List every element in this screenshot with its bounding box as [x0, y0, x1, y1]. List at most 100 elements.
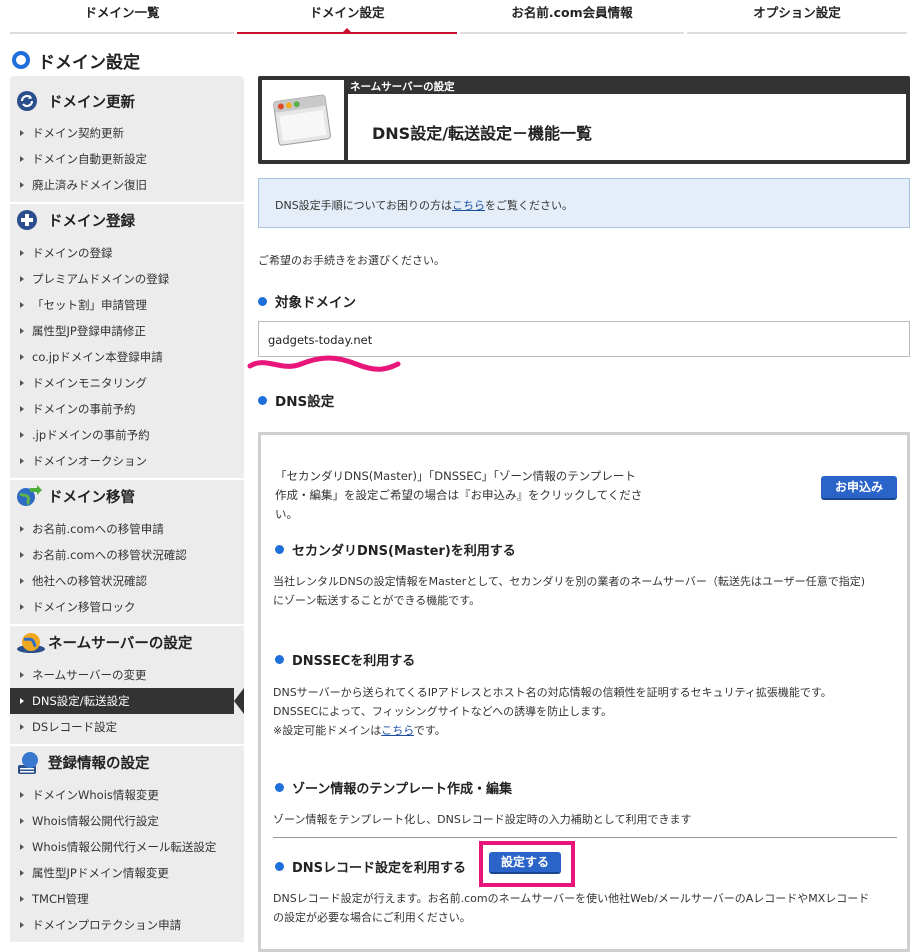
description-line: DNSサーバーから送られてくるIPアドレスとホスト名の対応情報の信頼性を証明する… [273, 686, 832, 699]
zone-template-description: ゾーン情報をテンプレート化し、DNSレコード設定時の入力補助として利用できます [273, 813, 692, 826]
banner-title: DNS設定/転送設定－機能一覧 [348, 94, 906, 160]
sidebar-item-dns-settings[interactable]: DNS設定/転送設定 [10, 688, 244, 714]
bullet-dot-icon [275, 545, 284, 554]
dnssec-domains-link[interactable]: こちら [381, 724, 414, 737]
description-line: 当社レンタルDNSの設定情報をMasterとして、セカンダリを別の業者のネームサ… [273, 575, 865, 588]
description-line: DNSレコード設定が行えます。お名前.comのネームサーバーを使い他社Web/メ… [273, 892, 870, 905]
bullet-dot-icon [275, 655, 284, 664]
text-before: ※設定可能ドメインは [273, 724, 382, 737]
sidebar-item-cojp[interactable]: co.jpドメイン本登録申請 [10, 344, 244, 370]
sidebar-item-transfer-lock[interactable]: ドメイン移管ロック [10, 594, 244, 620]
bullet-dot-icon [275, 783, 284, 792]
sidebar-item-register[interactable]: ドメインの登録 [10, 240, 244, 266]
squiggle-annotation [247, 355, 401, 372]
banner-subtitle: ネームサーバーの設定 [350, 81, 455, 93]
active-tab-caret [341, 28, 353, 34]
heading-text: DNS設定 [275, 394, 335, 410]
dnssec-description: DNSサーバーから送られてくるIPアドレスとホスト名の対応情報の信頼性を証明する… [273, 683, 903, 740]
zone-template-heading: ゾーン情報のテンプレート作成・編集 [275, 778, 512, 797]
sidebar-item-transfer-status[interactable]: お名前.comへの移管状況確認 [10, 542, 244, 568]
apply-description: 「セカンダリDNS(Master)」「DNSSEC」「ゾーン情報のテンプレート … [275, 467, 725, 524]
sidebar-item-jp-fix[interactable]: 属性型JP登録申請修正 [10, 318, 244, 344]
description-line: ※設定可能ドメインはこちらです。 [273, 721, 903, 740]
nameserver-globe-icon [16, 631, 45, 653]
description-line: の設定が必要な場合にご利用ください。 [273, 911, 471, 924]
sidebar-section-title: ドメイン移管 [48, 489, 135, 506]
dns-record-heading: DNSレコード設定を利用する [275, 857, 466, 876]
dns-record-description: DNSレコード設定が行えます。お名前.comのネームサーバーを使い他社Web/メ… [273, 889, 903, 927]
tab-label: ドメイン設定 [309, 5, 385, 20]
apply-text-line: 作成・編集」を設定ご希望の場合は『お申込み』をクリックしてくださ [275, 488, 643, 502]
sidebar-item-whois-mail[interactable]: Whois情報公開代行メール転送設定 [10, 834, 244, 860]
sidebar-item-whois-change[interactable]: ドメインWhois情報変更 [10, 782, 244, 808]
apply-text-line: 「セカンダリDNS(Master)」「DNSSEC」「ゾーン情報のテンプレート [275, 469, 636, 483]
sidebar-item-auction[interactable]: ドメインオークション [10, 448, 244, 474]
help-text: DNS設定手順についてお困りの方は [275, 199, 453, 212]
heading-text: DNSレコード設定を利用する [292, 861, 467, 876]
target-domain-value: gadgets-today.net [258, 321, 910, 357]
sidebar-item-label: DNS設定/転送設定 [32, 694, 130, 708]
sidebar-item-set-discount[interactable]: 「セット割」申請管理 [10, 292, 244, 318]
description-line: にゾーン転送することができる機能です。 [273, 594, 481, 607]
help-link[interactable]: こちら [452, 199, 485, 212]
bullet-dot-icon [275, 862, 284, 871]
sidebar-section-registration-info: 登録情報の設定 [10, 744, 244, 778]
top-navigation: ドメイン一覧 ドメイン設定 お名前.com会員情報 オプション設定 [0, 0, 922, 34]
header-banner: ネームサーバーの設定 DNS設定/転送設定－機能一覧 [258, 76, 910, 164]
sidebar-item-preorder[interactable]: ドメインの事前予約 [10, 396, 244, 422]
sidebar-section-registration: ドメイン登録 [10, 202, 244, 236]
sidebar-item-jp-info[interactable]: 属性型JPドメイン情報変更 [10, 860, 244, 886]
heading-text: ゾーン情報のテンプレート作成・編集 [292, 782, 512, 797]
dns-settings-heading: DNS設定 [258, 390, 334, 410]
dns-options-panel: 「セカンダリDNS(Master)」「DNSSEC」「ゾーン情報のテンプレート … [258, 432, 910, 952]
sidebar-item-monitoring[interactable]: ドメインモニタリング [10, 370, 244, 396]
sidebar-item-protection[interactable]: ドメインプロテクション申請 [10, 912, 244, 938]
sidebar-item-whois-proxy[interactable]: Whois情報公開代行設定 [10, 808, 244, 834]
configure-button[interactable]: 設定する [489, 852, 561, 874]
sidebar-item-transfer-in[interactable]: お名前.comへの移管申請 [10, 516, 244, 542]
sidebar-section-title: ネームサーバーの設定 [48, 635, 193, 652]
registration-info-icon [16, 751, 38, 774]
text-after: です。 [413, 724, 446, 737]
heading-text: セカンダリDNS(Master)を利用する [292, 544, 516, 559]
tab-domain-list[interactable]: ドメイン一覧 [10, 0, 234, 34]
bullet-dot-icon [258, 296, 267, 306]
tab-option-settings[interactable]: オプション設定 [687, 0, 907, 34]
bullet-dot-icon [258, 395, 267, 405]
sidebar: ドメイン更新 ドメイン契約更新 ドメイン自動更新設定 廃止済みドメイン復旧 ドメ… [10, 76, 244, 942]
apply-text-line: い。 [275, 507, 298, 521]
dnssec-heading: DNSSECを利用する [275, 650, 415, 669]
sidebar-item-auto-renewal[interactable]: ドメイン自動更新設定 [10, 146, 244, 172]
heading-text: 対象ドメイン [275, 295, 356, 311]
plus-icon [16, 209, 38, 231]
tab-member-info[interactable]: お名前.com会員情報 [460, 0, 684, 34]
sidebar-section-transfer: ドメイン移管 [10, 478, 244, 512]
sidebar-section-renewal: ドメイン更新 [10, 84, 244, 118]
sidebar-item-ns-change[interactable]: ネームサーバーの変更 [10, 662, 244, 688]
page-title-text: ドメイン設定 [38, 52, 140, 73]
help-notice: DNS設定手順についてお困りの方はこちらをご覧ください。 [258, 178, 910, 228]
sidebar-item-tmch[interactable]: TMCH管理 [10, 886, 244, 912]
heading-text: DNSSECを利用する [292, 654, 416, 669]
sidebar-item-jp-preorder[interactable]: .jpドメインの事前予約 [10, 422, 244, 448]
sidebar-item-renewal[interactable]: ドメイン契約更新 [10, 120, 244, 146]
active-item-indicator [234, 688, 244, 714]
main-content: ネームサーバーの設定 DNS設定/転送設定－機能一覧 DNS設定手順についてお困… [247, 76, 910, 952]
instruction-text: ご希望のお手続きをお選びください。 [258, 254, 445, 267]
apply-button[interactable]: お申込み [821, 476, 897, 500]
sidebar-item-restore[interactable]: 廃止済みドメイン復旧 [10, 172, 244, 198]
tab-domain-settings[interactable]: ドメイン設定 [237, 0, 457, 34]
sidebar-section-title: ドメイン登録 [48, 213, 135, 230]
sidebar-item-ds-record[interactable]: DSレコード設定 [10, 714, 244, 740]
sidebar-section-nameserver: ネームサーバーの設定 [10, 624, 244, 658]
transfer-globe-icon [16, 485, 42, 507]
page-title: ドメイン設定 [12, 48, 140, 73]
title-ring-icon [12, 51, 30, 69]
section-divider [273, 837, 897, 838]
window-icon [262, 80, 344, 160]
sidebar-item-premium[interactable]: プレミアムドメインの登録 [10, 266, 244, 292]
refresh-icon [16, 90, 38, 112]
description-line: DNSSECによって、フィッシングサイトなどへの誘導を防止します。 [273, 705, 612, 718]
target-domain-heading: 対象ドメイン [258, 291, 356, 311]
sidebar-item-transfer-out-status[interactable]: 他社への移管状況確認 [10, 568, 244, 594]
